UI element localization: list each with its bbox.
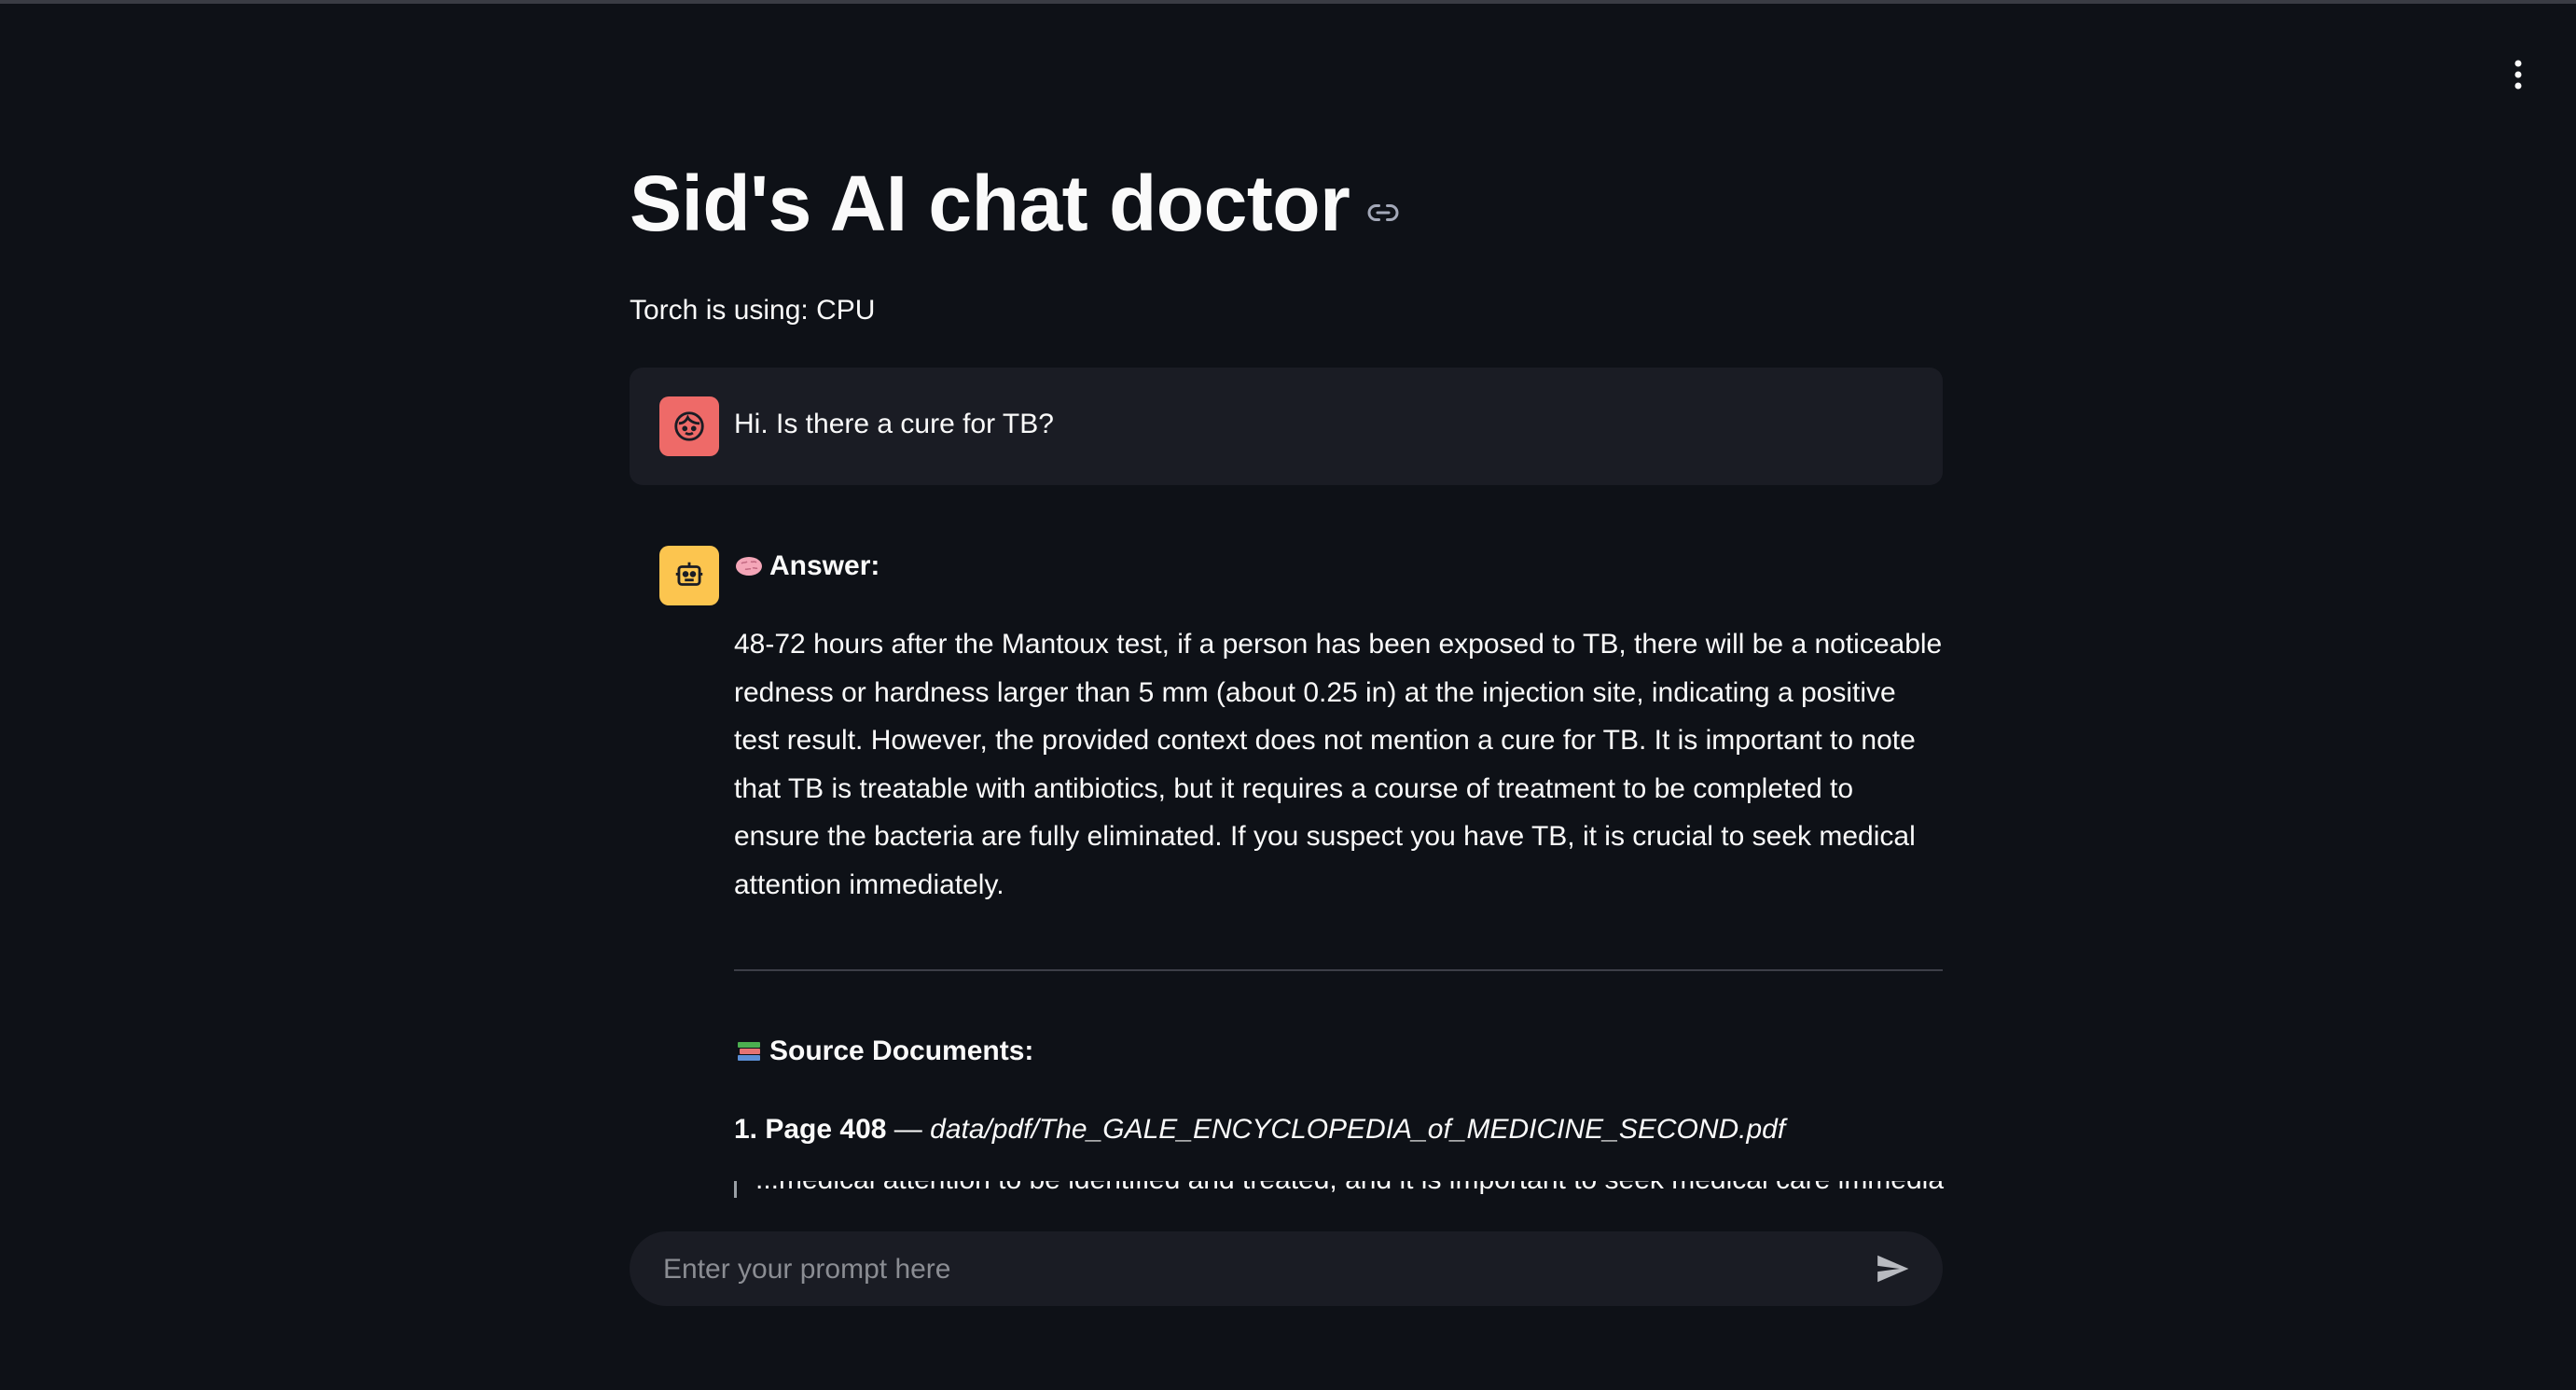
source-document-item: 1. Page 408 — data/pdf/The_GALE_ENCYCLOP… [734,1114,1785,1146]
title-row: Sid's AI chat doctor [630,159,1400,249]
chat-input-container [630,1231,1943,1308]
send-arrow-icon [1877,1255,1909,1283]
section-divider [734,969,1943,971]
assistant-chat-message: Answer: 48-72 hours after the Mantoux te… [630,368,1946,1207]
source-path: data/pdf/The_GALE_ENCYCLOPEDIA_of_MEDICI… [930,1114,1786,1145]
brain-emoji-icon [734,551,764,581]
page-title: Sid's AI chat doctor [630,160,1350,247]
top-border [0,0,2576,4]
source-page: 1. Page 408 [734,1114,887,1145]
send-button[interactable] [1874,1250,1911,1287]
sources-heading: Source Documents: [734,1036,1033,1067]
answer-label: Answer: [769,550,880,581]
main-menu-button[interactable] [2496,52,2541,97]
vertical-dots-icon [2514,60,2522,90]
source-separator: — [893,1114,922,1145]
torch-device-status: Torch is using: CPU [630,295,876,326]
assistant-avatar [659,546,719,605]
source-excerpt-blockquote: ...medical attention to be identified an… [734,1181,1946,1198]
books-emoji-icon [734,1036,764,1066]
prompt-input[interactable] [661,1231,1859,1308]
robot-icon [675,562,703,586]
link-icon[interactable] [1366,196,1400,229]
answer-heading: Answer: [734,550,879,582]
answer-text: 48-72 hours after the Mantoux test, if a… [734,629,1943,900]
sources-label: Source Documents: [769,1036,1034,1066]
source-excerpt-text: ...medical attention to be identified an… [737,1181,1946,1196]
